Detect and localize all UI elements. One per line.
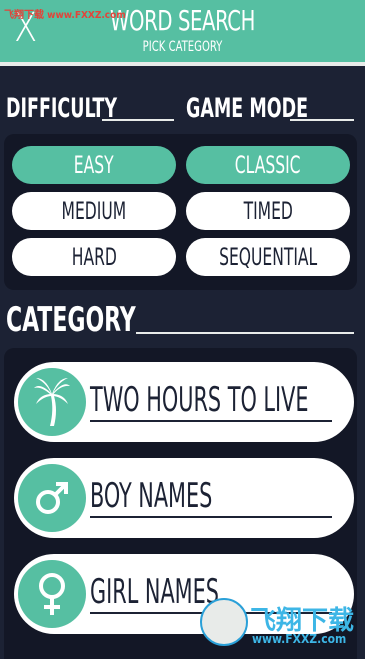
mode-classic-button[interactable]: CLASSIC [186, 146, 350, 184]
mode-classic-label: CLASSIC [235, 151, 301, 179]
category-label: CATEGORY [6, 300, 136, 340]
difficulty-hard-label: HARD [71, 243, 117, 271]
difficulty-medium-label: MEDIUM [61, 197, 127, 225]
difficulty-easy-label: EASY [74, 151, 114, 179]
mode-timed-label: TIMED [243, 197, 293, 225]
game-mode-rule [290, 119, 354, 121]
palm-tree-icon [18, 368, 86, 436]
difficulty-hard-button[interactable]: HARD [12, 238, 176, 276]
options-panel: EASY MEDIUM HARD CLASSIC TIMED SEQUENTIA… [4, 134, 357, 290]
difficulty-label: DIFFICULTY [6, 93, 117, 124]
header-bar: X WORD SEARCH PICK CATEGORY 飞翔下载 www.FXX… [0, 0, 365, 66]
watermark-logo: 飞翔下载 www.FXXZ.com [200, 598, 358, 654]
mode-sequential-button[interactable]: SEQUENTIAL [186, 238, 350, 276]
male-symbol-icon [18, 464, 86, 532]
watermark-logo-icon [200, 598, 248, 646]
category-item-underline [90, 516, 332, 518]
category-item-label: BOY NAMES [90, 476, 213, 516]
category-rule [136, 332, 354, 334]
category-item-two-hours-to-live[interactable]: TWO HOURS TO LIVE [14, 362, 354, 442]
mode-sequential-label: SEQUENTIAL [218, 243, 318, 271]
female-symbol-icon [18, 560, 86, 628]
difficulty-medium-button[interactable]: MEDIUM [12, 192, 176, 230]
watermark-top: 飞翔下载 www.FXXZ.com [4, 10, 126, 21]
category-item-underline [90, 420, 332, 422]
page-subtitle: PICK CATEGORY [142, 39, 223, 55]
category-item-label: TWO HOURS TO LIVE [90, 380, 309, 420]
category-item-boy-names[interactable]: BOY NAMES [14, 458, 354, 538]
watermark-url: www.FXXZ.com [252, 632, 347, 646]
difficulty-easy-button[interactable]: EASY [12, 146, 176, 184]
mode-timed-button[interactable]: TIMED [186, 192, 350, 230]
difficulty-rule [102, 119, 174, 121]
